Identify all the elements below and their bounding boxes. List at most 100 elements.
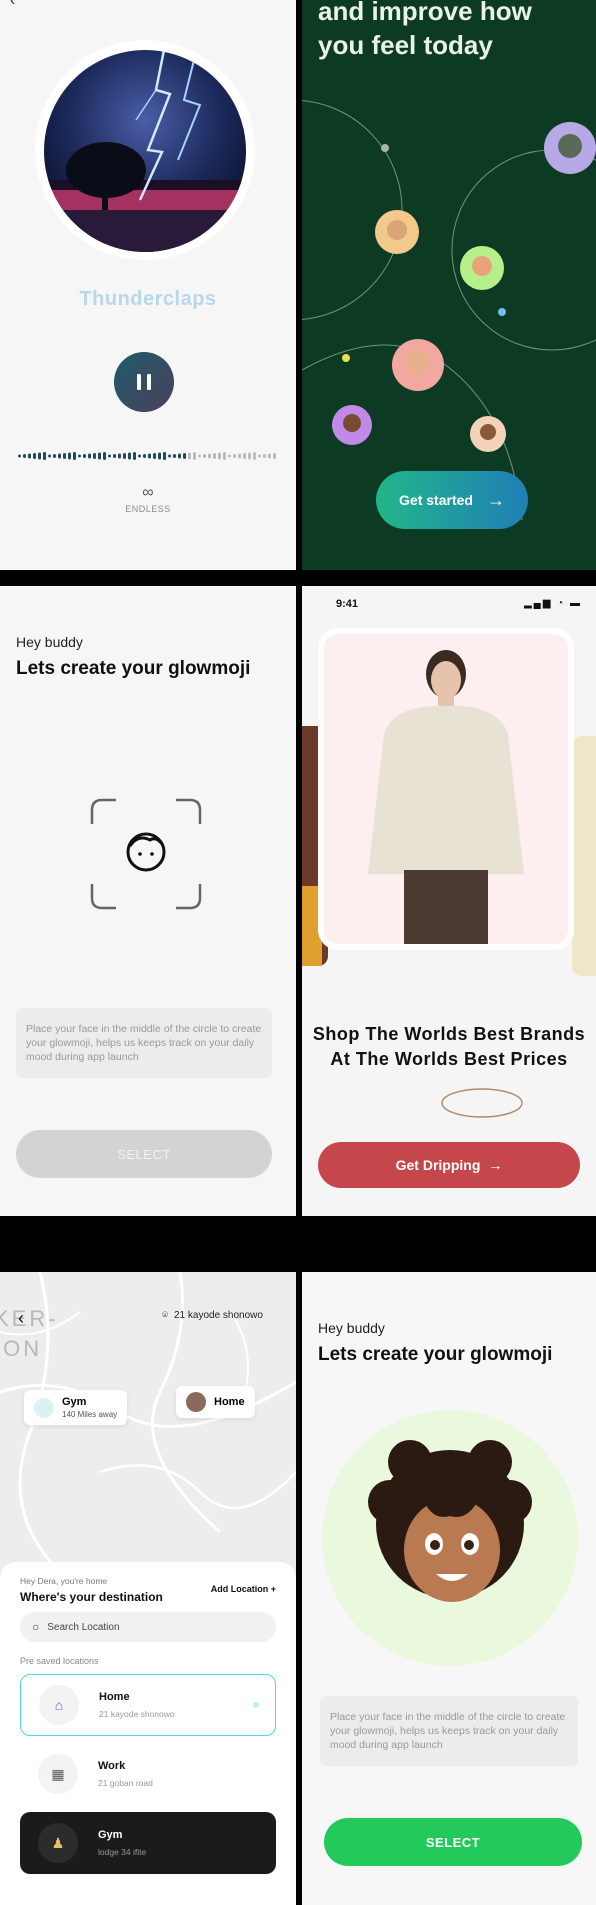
avatar [186,1392,206,1412]
glowmoji-setup-screen: Hey buddy Lets create your glowmoji Plac… [0,586,296,1216]
waveform-bar [58,453,61,459]
waveform-bar [88,453,91,459]
face-scan-frame-icon [90,798,202,910]
map-pin-gym[interactable]: Gym 140 Miles away [24,1390,128,1425]
search-placeholder: Search Location [47,1621,120,1633]
search-icon: ○ [32,1620,40,1634]
waveform-bar [148,453,151,459]
location-item-work[interactable]: ▦ Work 21 goban road [20,1743,276,1805]
work-icon: ▦ [38,1754,78,1794]
waveform-bar [273,453,276,459]
pin-detail: 140 Miles away [62,1410,118,1419]
map-pin-home[interactable]: Home [176,1386,255,1418]
greeting: Hey buddy [16,634,83,650]
glowmoji-avatar [368,1440,532,1602]
arrow-right-icon: → [488,1157,503,1173]
waveform-bar [123,453,126,459]
search-input[interactable]: ○ Search Location [20,1612,276,1642]
location-address: 21 kayode shonowo [99,1709,175,1719]
plus-icon: + [270,1584,276,1594]
waveform-bar [108,454,111,458]
location-name: Gym [98,1829,123,1841]
waveform-bar [193,452,196,460]
location-item-gym[interactable]: ♟ Gym lodge 34 ifite [20,1812,276,1874]
waveform-bar [263,454,266,458]
waveform-bar [198,454,201,458]
select-label: SELECT [117,1146,171,1162]
model-hoodie-photo [368,650,524,944]
pause-icon [137,374,141,390]
waveform-bar [268,453,271,459]
track-title: Thunderclaps [79,288,217,310]
waveform-bar [98,452,101,460]
waveform-bar [113,454,116,458]
get-dripping-button[interactable]: Get Dripping → [318,1142,580,1188]
instruction-text: Place your face in the middle of the cir… [320,1696,578,1766]
back-icon[interactable]: ‹ [10,0,15,10]
gym-icon [34,1397,54,1418]
waveform-bar [233,454,236,458]
select-button[interactable]: SELECT [16,1130,272,1178]
current-location[interactable]: ⌾ 21 kayode shonowo [162,1310,263,1321]
waveform-bar [18,454,21,458]
map-destination-screen: KER- ION ‹ ⌾ 21 kayode shonowo Gym 140 M… [0,1272,296,1905]
pause-button[interactable] [114,352,174,412]
waveform-bar [23,454,26,458]
map-area-label: KER- ION [0,1306,59,1361]
waveform-bar [188,452,191,460]
location-name: Home [99,1691,130,1703]
add-location-button[interactable]: Add Location + [211,1584,276,1594]
onboarding-headline: and improve how you feel today [318,0,532,60]
waveform-bar [173,454,176,458]
shop-headline: Shop The Worlds Best Brands At The World… [312,1024,586,1069]
location-address: lodge 34 ifite [98,1847,147,1857]
waveform-bar [178,453,181,459]
sheet-title: Where's your destination [20,1590,163,1604]
location-name: Work [98,1760,126,1772]
waveform-bar [133,452,136,460]
mode-label: ENDLESS [125,504,171,514]
waveform-bar [248,452,251,460]
arrow-right-icon: → [486,489,505,510]
location-item-home[interactable]: ⌂ Home 21 kayode shonowo [20,1674,276,1736]
gym-icon: ♟ [38,1823,78,1863]
waveform-bar [208,453,211,459]
page-title: Lets create your glowmoji [16,658,251,679]
infinity-icon[interactable]: ∞ [0,484,296,502]
waveform-bar [238,453,241,459]
select-button[interactable]: SELECT [324,1818,582,1866]
album-art [44,50,246,252]
waveform-bar [253,452,256,460]
waveform-bar [168,454,171,458]
waveform-bar [68,452,71,460]
waveform-bar [203,454,206,458]
destination-sheet: Hey Dera, you're home Where's your desti… [0,1562,296,1905]
waveform-bar [258,454,261,458]
saved-locations-header: Pre saved locations [20,1656,99,1666]
waveform-bar [78,454,81,458]
waveform-bar [223,452,226,460]
waveform-bar [63,453,66,459]
location-address: 21 goban road [98,1778,153,1788]
audio-waveform[interactable] [18,450,278,462]
waveform-bar [53,454,56,458]
waveform-bar [218,452,221,460]
waveform-bar [213,453,216,459]
get-dripping-label: Get Dripping [395,1157,481,1173]
lightning-artwork [44,50,246,252]
waveform-bar [73,452,76,460]
current-location-text: 21 kayode shonowo [174,1310,263,1321]
music-player-screen: ‹ Thunderclaps ∞ ENDLESS [0,0,296,570]
waveform-bar [118,453,121,459]
waveform-bar [228,454,231,458]
waveform-bar [48,454,51,458]
waveform-bar [83,454,86,458]
select-label: SELECT [425,1834,481,1850]
chevron-left-icon[interactable]: ‹ [18,1308,24,1329]
waveform-bar [163,452,166,460]
waveform-bar [33,453,36,459]
product-card[interactable] [324,634,568,944]
waveform-bar [43,452,46,460]
waveform-bar [103,452,106,460]
get-started-button[interactable]: Get started → [376,471,528,529]
